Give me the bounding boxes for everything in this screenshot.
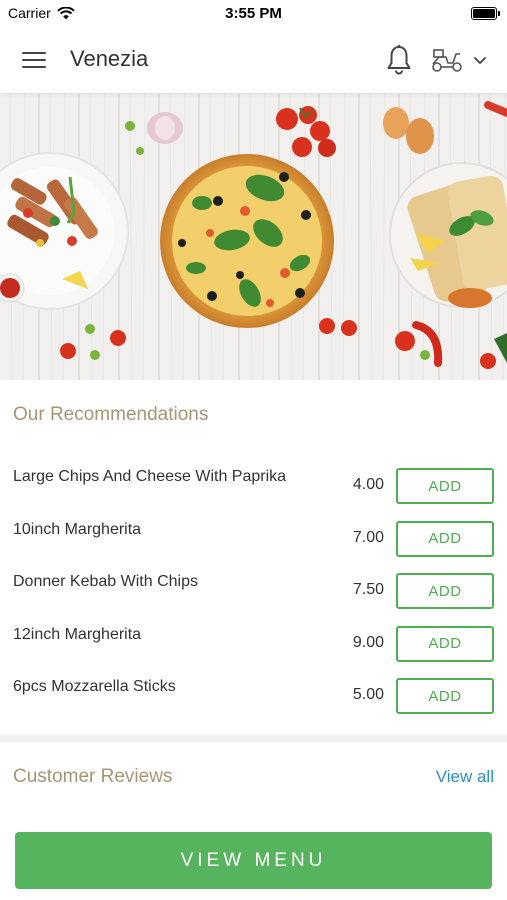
status-bar: Carrier 3:55 PM	[0, 0, 507, 28]
add-button[interactable]: ADD	[396, 625, 494, 662]
item-price: 7.50	[352, 581, 384, 598]
item-price: 9.00	[352, 633, 384, 651]
hero-banner	[0, 93, 507, 380]
add-button[interactable]: ADD	[396, 468, 494, 504]
item-name: 6pcs Mozzarella Sticks	[13, 678, 176, 695]
add-button[interactable]: ADD	[396, 678, 494, 714]
bell-icon[interactable]	[385, 44, 413, 76]
add-button[interactable]: ADD	[396, 520, 494, 557]
item-name: 10inch Margherita	[13, 520, 142, 538]
list-item: 12inch Margherita 9.00 ADD	[0, 616, 507, 669]
item-name: Large Chips And Cheese With Paprika	[13, 468, 287, 485]
delivery-scooter-icon[interactable]	[430, 46, 464, 74]
app-header: Venezia	[0, 28, 507, 93]
restaurant-title: Venezia	[70, 46, 149, 71]
item-name: 12inch Margherita	[13, 625, 142, 643]
view-all-reviews-link[interactable]: View all	[436, 767, 494, 787]
item-price: 4.00	[352, 476, 384, 493]
chevron-down-icon[interactable]	[472, 52, 488, 68]
list-item: Large Chips And Cheese With Paprika 4.00…	[0, 458, 507, 511]
recommendations-list: Large Chips And Cheese With Paprika 4.00…	[0, 458, 507, 721]
section-divider	[0, 734, 507, 742]
recommendations-title: Our Recommendations	[13, 404, 209, 425]
hamburger-menu-icon[interactable]	[22, 50, 48, 70]
item-price: 5.00	[352, 686, 384, 703]
reviews-title: Customer Reviews	[13, 766, 173, 787]
list-item: 6pcs Mozzarella Sticks 5.00 ADD	[0, 668, 507, 721]
battery-icon	[471, 7, 500, 20]
list-item: Donner Kebab With Chips 7.50 ADD	[0, 563, 507, 616]
view-menu-button[interactable]: VIEW MENU	[15, 832, 492, 889]
item-price: 7.00	[352, 528, 384, 546]
list-item: 10inch Margherita 7.00 ADD	[0, 511, 507, 564]
item-name: Donner Kebab With Chips	[13, 573, 198, 590]
add-button[interactable]: ADD	[396, 573, 494, 609]
food-banner-image	[0, 93, 507, 380]
status-time: 3:55 PM	[225, 5, 282, 22]
